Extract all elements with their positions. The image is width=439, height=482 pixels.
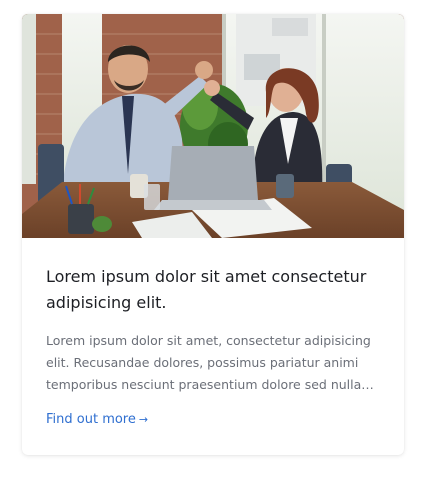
card-body: Lorem ipsum dolor sit amet consectetur a… (46, 264, 386, 427)
find-out-more-label: Find out more (46, 412, 136, 427)
card-title: Lorem ipsum dolor sit amet consectetur a… (46, 267, 367, 312)
arrow-right-icon: → (138, 413, 149, 426)
card-photo (22, 14, 404, 238)
article-card: Lorem ipsum dolor sit amet consectetur a… (22, 14, 404, 455)
card-description: Lorem ipsum dolor sit amet, consectetur … (46, 333, 374, 392)
find-out-more-link[interactable]: Find out more → (46, 412, 148, 427)
